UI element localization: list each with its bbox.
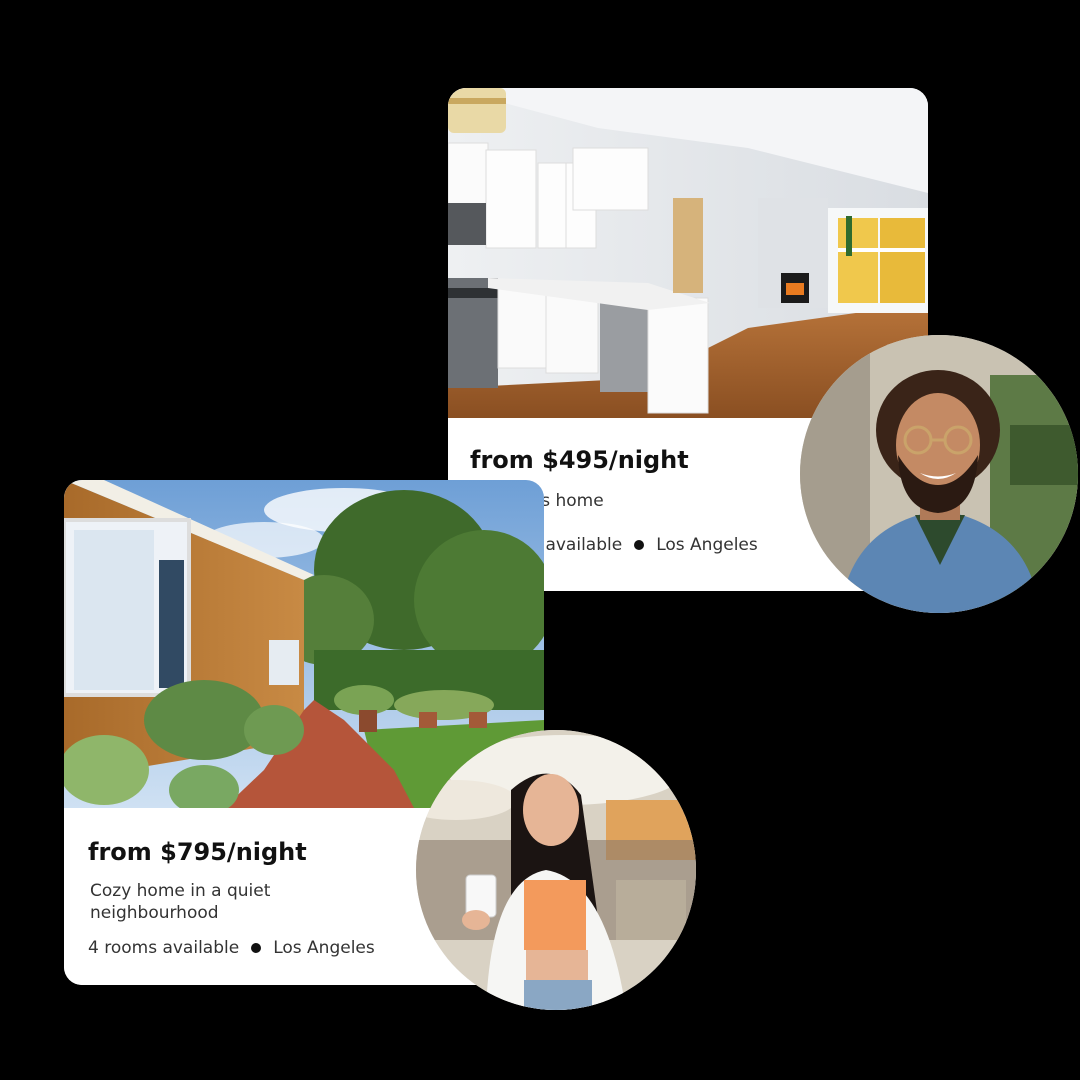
rooms-available: 4 rooms available [88, 938, 240, 958]
separator-dot-icon [251, 943, 262, 953]
host-avatar-man[interactable] [800, 335, 1078, 613]
listing-price: from $795/night [88, 838, 307, 866]
separator-dot-icon [634, 540, 645, 550]
location: Los Angeles [656, 535, 758, 555]
host-avatar-woman[interactable] [416, 730, 696, 1010]
location: Los Angeles [273, 938, 375, 958]
listing-price: from $495/night [470, 446, 689, 474]
listing-meta: 4 rooms available Los Angeles [88, 938, 375, 958]
listing-title: Cozy home in a quiet neighbourhood [90, 881, 271, 924]
